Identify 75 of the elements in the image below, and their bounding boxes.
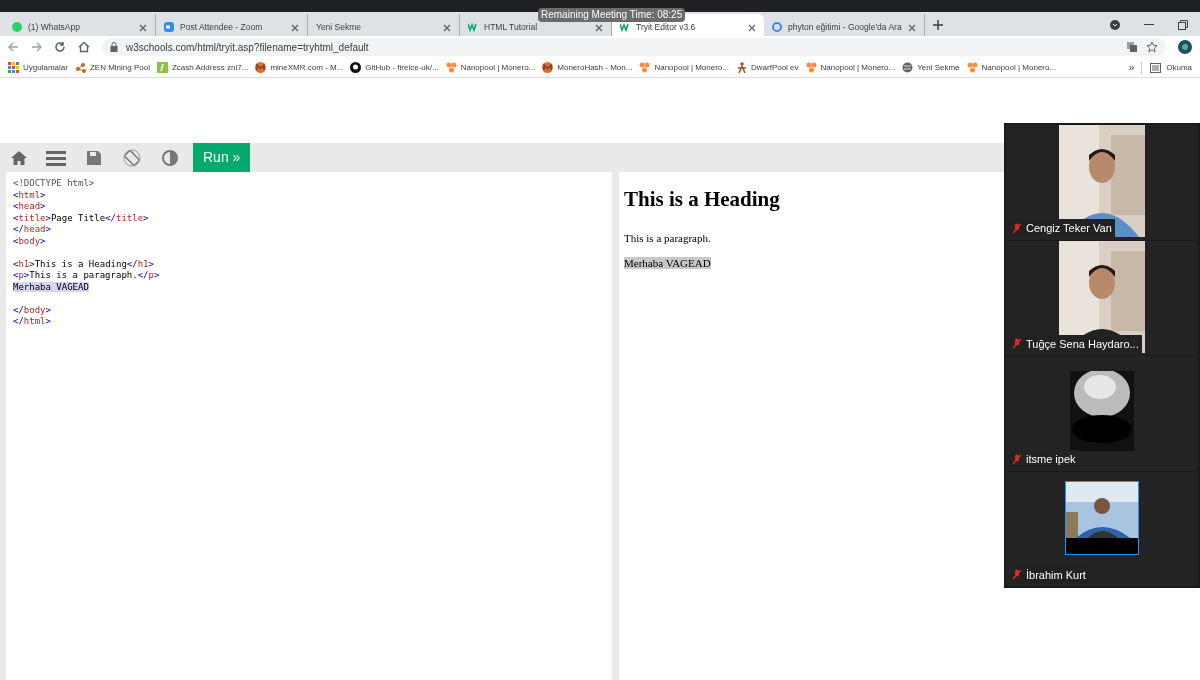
code-line: <head>	[13, 201, 46, 211]
code-line: <html>	[13, 189, 46, 200]
menu-icon[interactable]	[46, 149, 66, 166]
meeting-timer-toast: Remaining Meeting Time: 08:25	[538, 8, 686, 22]
participant-name: Cengiz Teker Van	[1026, 221, 1112, 236]
bookmark-link[interactable]: Yeni Sekme	[917, 61, 960, 74]
forward-icon[interactable]	[31, 42, 42, 52]
code-line: </html>	[13, 316, 51, 326]
bookmark-link[interactable]: ZEN Mining Pool	[89, 61, 150, 74]
save-icon[interactable]	[86, 149, 102, 166]
contrast-icon[interactable]	[162, 149, 178, 166]
code-line: </body>	[13, 304, 51, 315]
close-icon[interactable]	[139, 24, 147, 32]
code-editor[interactable]: <!DOCTYPE html> <html> <head> <title>Page Title</title> </head> <body> <h1>This is a Heading</h1> <p>This is a paragraph.</p> Merhaba VAGEAD </body> </html>	[6, 172, 612, 680]
g-logo-icon	[772, 22, 782, 32]
nodes-icon	[74, 62, 86, 73]
code-line: </head>	[13, 224, 51, 234]
bookmark-link[interactable]: Nanopool | Monero...	[981, 61, 1057, 74]
bookmark-link[interactable]: Zcash Address zni7...	[171, 61, 249, 74]
tab-title: Tryit Editor v3.6	[636, 22, 697, 32]
close-icon[interactable]	[595, 24, 603, 32]
code-line: <title>Page Title</title>	[13, 212, 149, 223]
code-line: <h1>This is a Heading</h1>	[13, 258, 154, 269]
cluster-icon	[445, 62, 457, 73]
overflow-button[interactable]: »	[1128, 60, 1135, 75]
tab-title: phyton eğitimi - Google'da Ara	[788, 22, 902, 32]
bookmark-link[interactable]: Uygulamalar	[23, 61, 68, 74]
home-icon[interactable]	[9, 149, 28, 166]
coin-icon	[542, 62, 554, 73]
participant-name: itsme ipek	[1026, 452, 1076, 467]
globe-icon	[902, 62, 914, 73]
code-line: <p>This is a paragraph.</p>	[13, 270, 160, 280]
back-icon[interactable]	[8, 42, 19, 52]
apps-icon	[8, 62, 19, 73]
close-icon[interactable]	[907, 24, 916, 32]
translate-icon[interactable]	[1126, 41, 1138, 53]
chat-icon	[12, 22, 22, 32]
w-logo-icon	[468, 22, 478, 32]
participant-name: İbrahim Kurt	[1026, 567, 1086, 583]
reload-icon[interactable]	[54, 41, 66, 53]
leaf-icon	[156, 62, 168, 73]
participant-name: Tuğçe Sena Haydaro...	[1026, 336, 1139, 352]
bookmark-link[interactable]: DwarfPool ev	[751, 61, 799, 74]
profile-avatar[interactable]	[1178, 40, 1192, 54]
rotate-icon[interactable]	[123, 148, 141, 167]
bookmark-link[interactable]: Nanopool | Monero...	[820, 61, 896, 74]
star-icon[interactable]	[1146, 41, 1158, 53]
code-line: <body>	[13, 235, 46, 246]
bookmark-link[interactable]: MoneroHash - Mon...	[557, 61, 633, 74]
tab-title: HTML Tutorial	[484, 22, 539, 32]
lock-icon	[110, 42, 118, 52]
tab-title: (1) WhatsApp	[28, 22, 81, 32]
w-logo-icon	[620, 22, 630, 32]
tab-title: Yeni Sekme	[316, 22, 363, 32]
list-icon	[1150, 62, 1162, 73]
bookmark-link[interactable]: Nanopool | Monero...	[654, 61, 729, 74]
close-icon[interactable]	[291, 24, 299, 32]
address-bar[interactable]: w3schools.com/html/tryit.asp?filename=tryhtml_default	[102, 38, 1166, 56]
cluster-icon	[639, 62, 651, 73]
close-icon[interactable]	[748, 24, 756, 32]
result-heading: This is a Heading	[624, 186, 781, 213]
figure-icon	[736, 62, 747, 73]
bookmark-link[interactable]: GitHub - fireice-uk/...	[365, 61, 439, 74]
bookmark-link[interactable]: mineXMR.com - M...	[270, 61, 344, 74]
cluster-icon	[805, 62, 817, 73]
code-line: <!DOCTYPE html>	[13, 178, 95, 188]
reading-list-button[interactable]: Okuma	[1166, 61, 1192, 74]
bookmark-link[interactable]: Nanopool | Monero...	[460, 61, 536, 74]
home-icon[interactable]	[78, 41, 90, 53]
tab-title: Post Attendee - Zoom	[180, 22, 264, 32]
cluster-icon	[966, 62, 978, 73]
coin-icon	[255, 62, 267, 73]
camera-icon	[164, 22, 174, 32]
close-icon[interactable]	[443, 24, 451, 32]
url-text: w3schools.com/html/tryit.asp?filename=tryhtml_default	[126, 40, 369, 55]
